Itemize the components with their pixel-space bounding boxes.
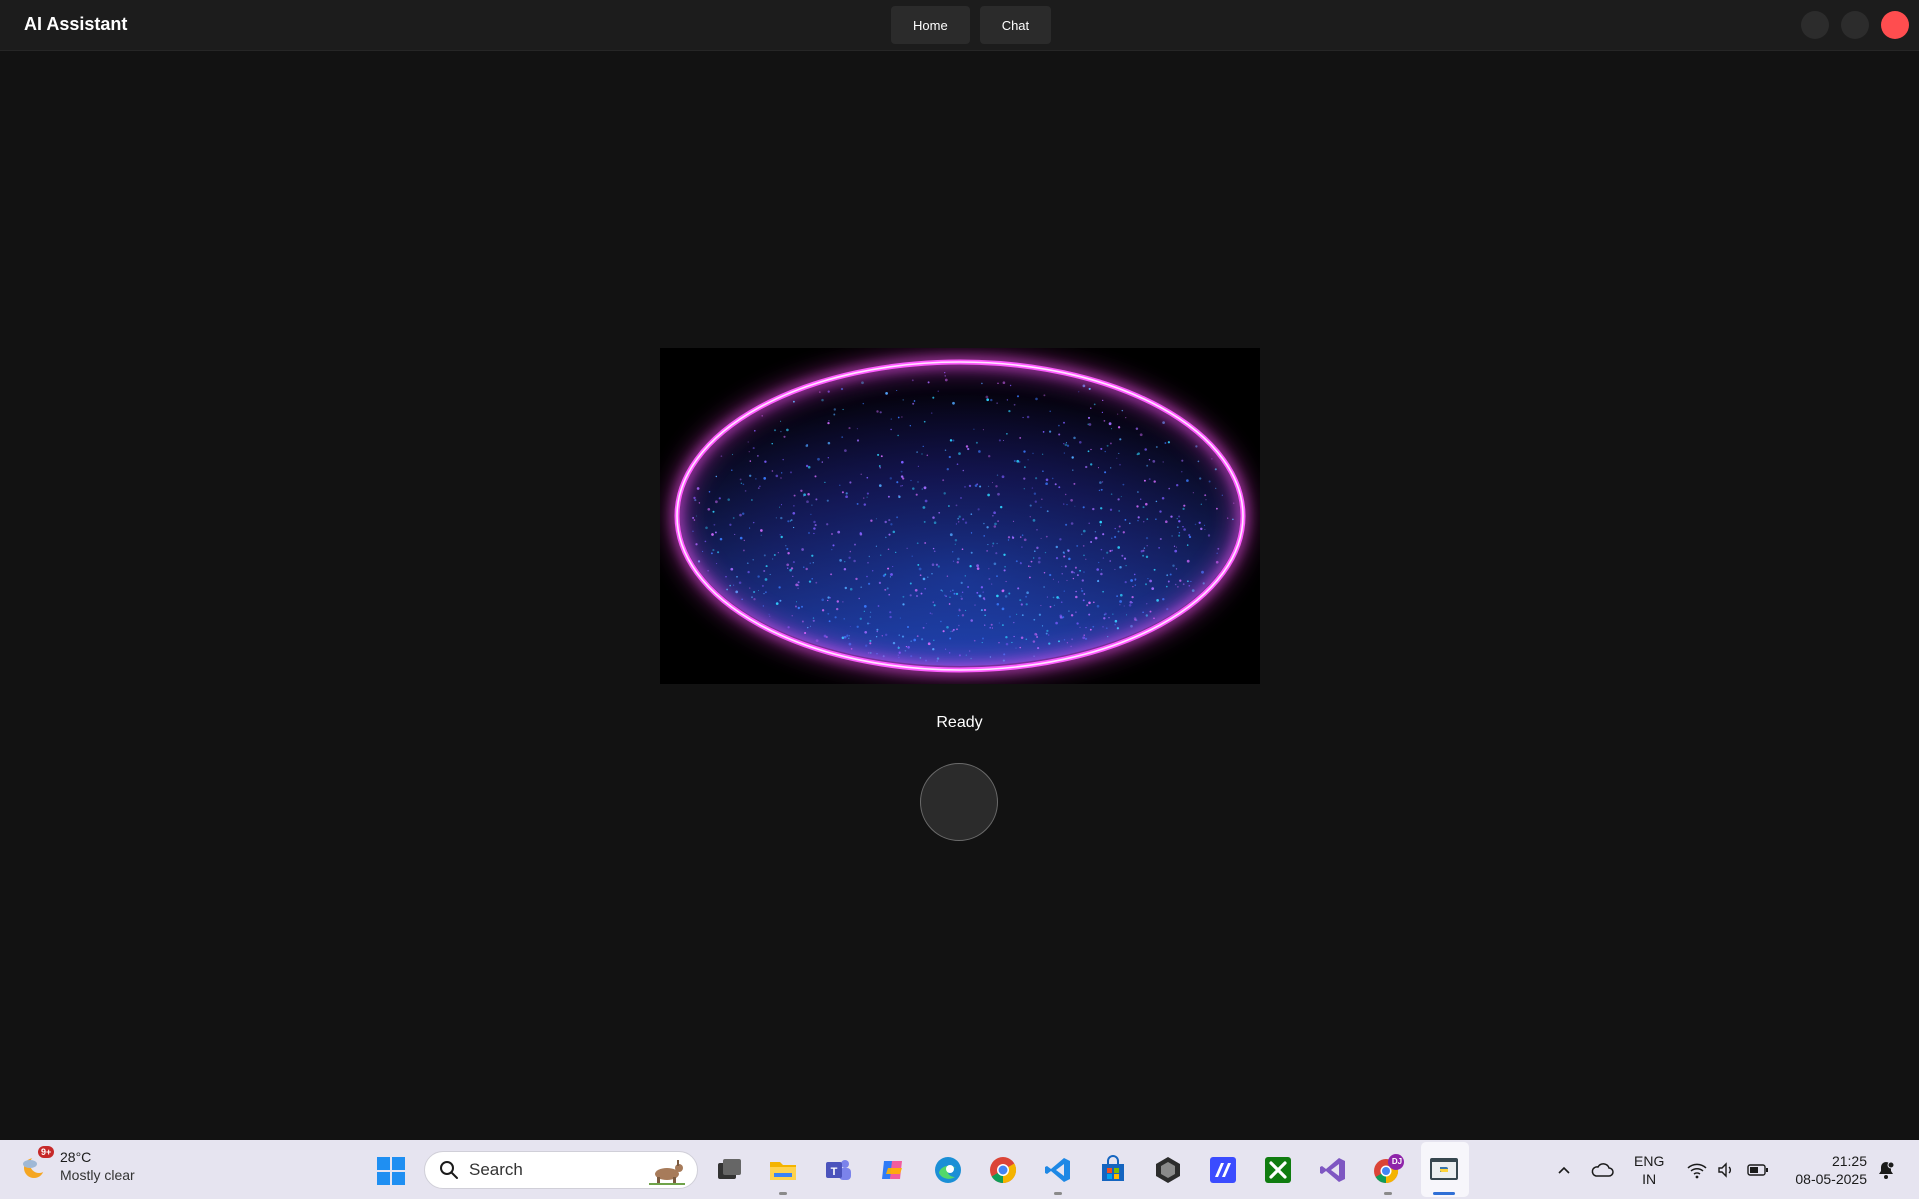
volume-icon[interactable] bbox=[1714, 1158, 1738, 1182]
weather-widget[interactable]: 9+ 28°C Mostly clear bbox=[20, 1146, 135, 1184]
battery-icon[interactable] bbox=[1746, 1158, 1770, 1182]
status-text: Ready bbox=[936, 714, 983, 731]
unity-hub-icon[interactable] bbox=[1152, 1154, 1184, 1186]
windows-taskbar: 9+ 28°C Mostly clear Search T DJ ENG IN … bbox=[0, 1140, 1919, 1199]
copilot-icon[interactable] bbox=[877, 1154, 909, 1186]
chrome-profile-icon[interactable]: DJ bbox=[1372, 1154, 1404, 1186]
chrome-icon[interactable] bbox=[987, 1154, 1019, 1186]
vscode-running-indicator bbox=[1054, 1192, 1062, 1195]
weather-alert-badge: 9+ bbox=[38, 1146, 55, 1158]
chrome-profile-badge: DJ bbox=[1391, 1157, 1403, 1166]
system-clock[interactable]: 21:25 08-05-2025 bbox=[1795, 1152, 1867, 1188]
file-explorer-icon[interactable] bbox=[767, 1154, 799, 1186]
voice-activate-button[interactable] bbox=[920, 763, 998, 841]
python-app-icon[interactable] bbox=[1428, 1154, 1460, 1186]
weather-moon-cloud-icon: 9+ bbox=[20, 1146, 55, 1182]
chevron-up-icon[interactable] bbox=[1552, 1158, 1576, 1182]
clock-time: 21:25 bbox=[1831, 1153, 1867, 1169]
search-highlight-donkey-icon bbox=[649, 1160, 685, 1185]
onedrive-cloud-icon[interactable] bbox=[1590, 1158, 1614, 1182]
task-view-icon[interactable] bbox=[713, 1154, 745, 1186]
app-title: AI Assistant bbox=[24, 14, 128, 34]
clock-date: 08-05-2025 bbox=[1795, 1171, 1867, 1187]
orb-graphic bbox=[670, 355, 1250, 677]
search-icon bbox=[440, 1161, 458, 1179]
windows-start-icon[interactable] bbox=[376, 1156, 406, 1186]
window-controls bbox=[1801, 11, 1909, 39]
home-button[interactable]: Home bbox=[891, 6, 970, 44]
close-button[interactable] bbox=[1881, 11, 1909, 39]
assistant-orb-visualization bbox=[660, 348, 1260, 684]
search-label: Search bbox=[469, 1160, 523, 1179]
app-window: AI Assistant Home Chat Ready bbox=[0, 0, 1919, 1140]
active-app-indicator bbox=[1433, 1192, 1455, 1195]
file-explorer-running-indicator bbox=[779, 1192, 787, 1195]
weather-temperature: 28°C bbox=[60, 1149, 92, 1165]
microsoft-store-icon[interactable] bbox=[1097, 1154, 1129, 1186]
teams-icon[interactable]: T bbox=[822, 1154, 854, 1186]
chrome-running-indicator bbox=[1384, 1192, 1392, 1195]
xbox-icon[interactable] bbox=[1262, 1154, 1294, 1186]
main-nav: Home Chat bbox=[891, 6, 1052, 44]
wifi-icon[interactable] bbox=[1685, 1158, 1709, 1182]
chat-button[interactable]: Chat bbox=[979, 6, 1052, 44]
visual-studio-icon[interactable] bbox=[1317, 1154, 1349, 1186]
svg-text:T: T bbox=[831, 1166, 838, 1178]
vscode-icon[interactable] bbox=[1042, 1154, 1074, 1186]
editor-app-icon[interactable] bbox=[1207, 1154, 1239, 1186]
taskbar-search-box[interactable]: Search bbox=[424, 1151, 698, 1189]
input-language-indicator[interactable]: ENG IN bbox=[1634, 1152, 1664, 1188]
minimize-button[interactable] bbox=[1801, 11, 1829, 39]
weather-condition: Mostly clear bbox=[60, 1167, 135, 1183]
title-bar: AI Assistant Home Chat bbox=[0, 0, 1919, 51]
edge-icon[interactable] bbox=[932, 1154, 964, 1186]
maximize-button[interactable] bbox=[1841, 11, 1869, 39]
notification-bell-icon[interactable] bbox=[1874, 1158, 1898, 1182]
